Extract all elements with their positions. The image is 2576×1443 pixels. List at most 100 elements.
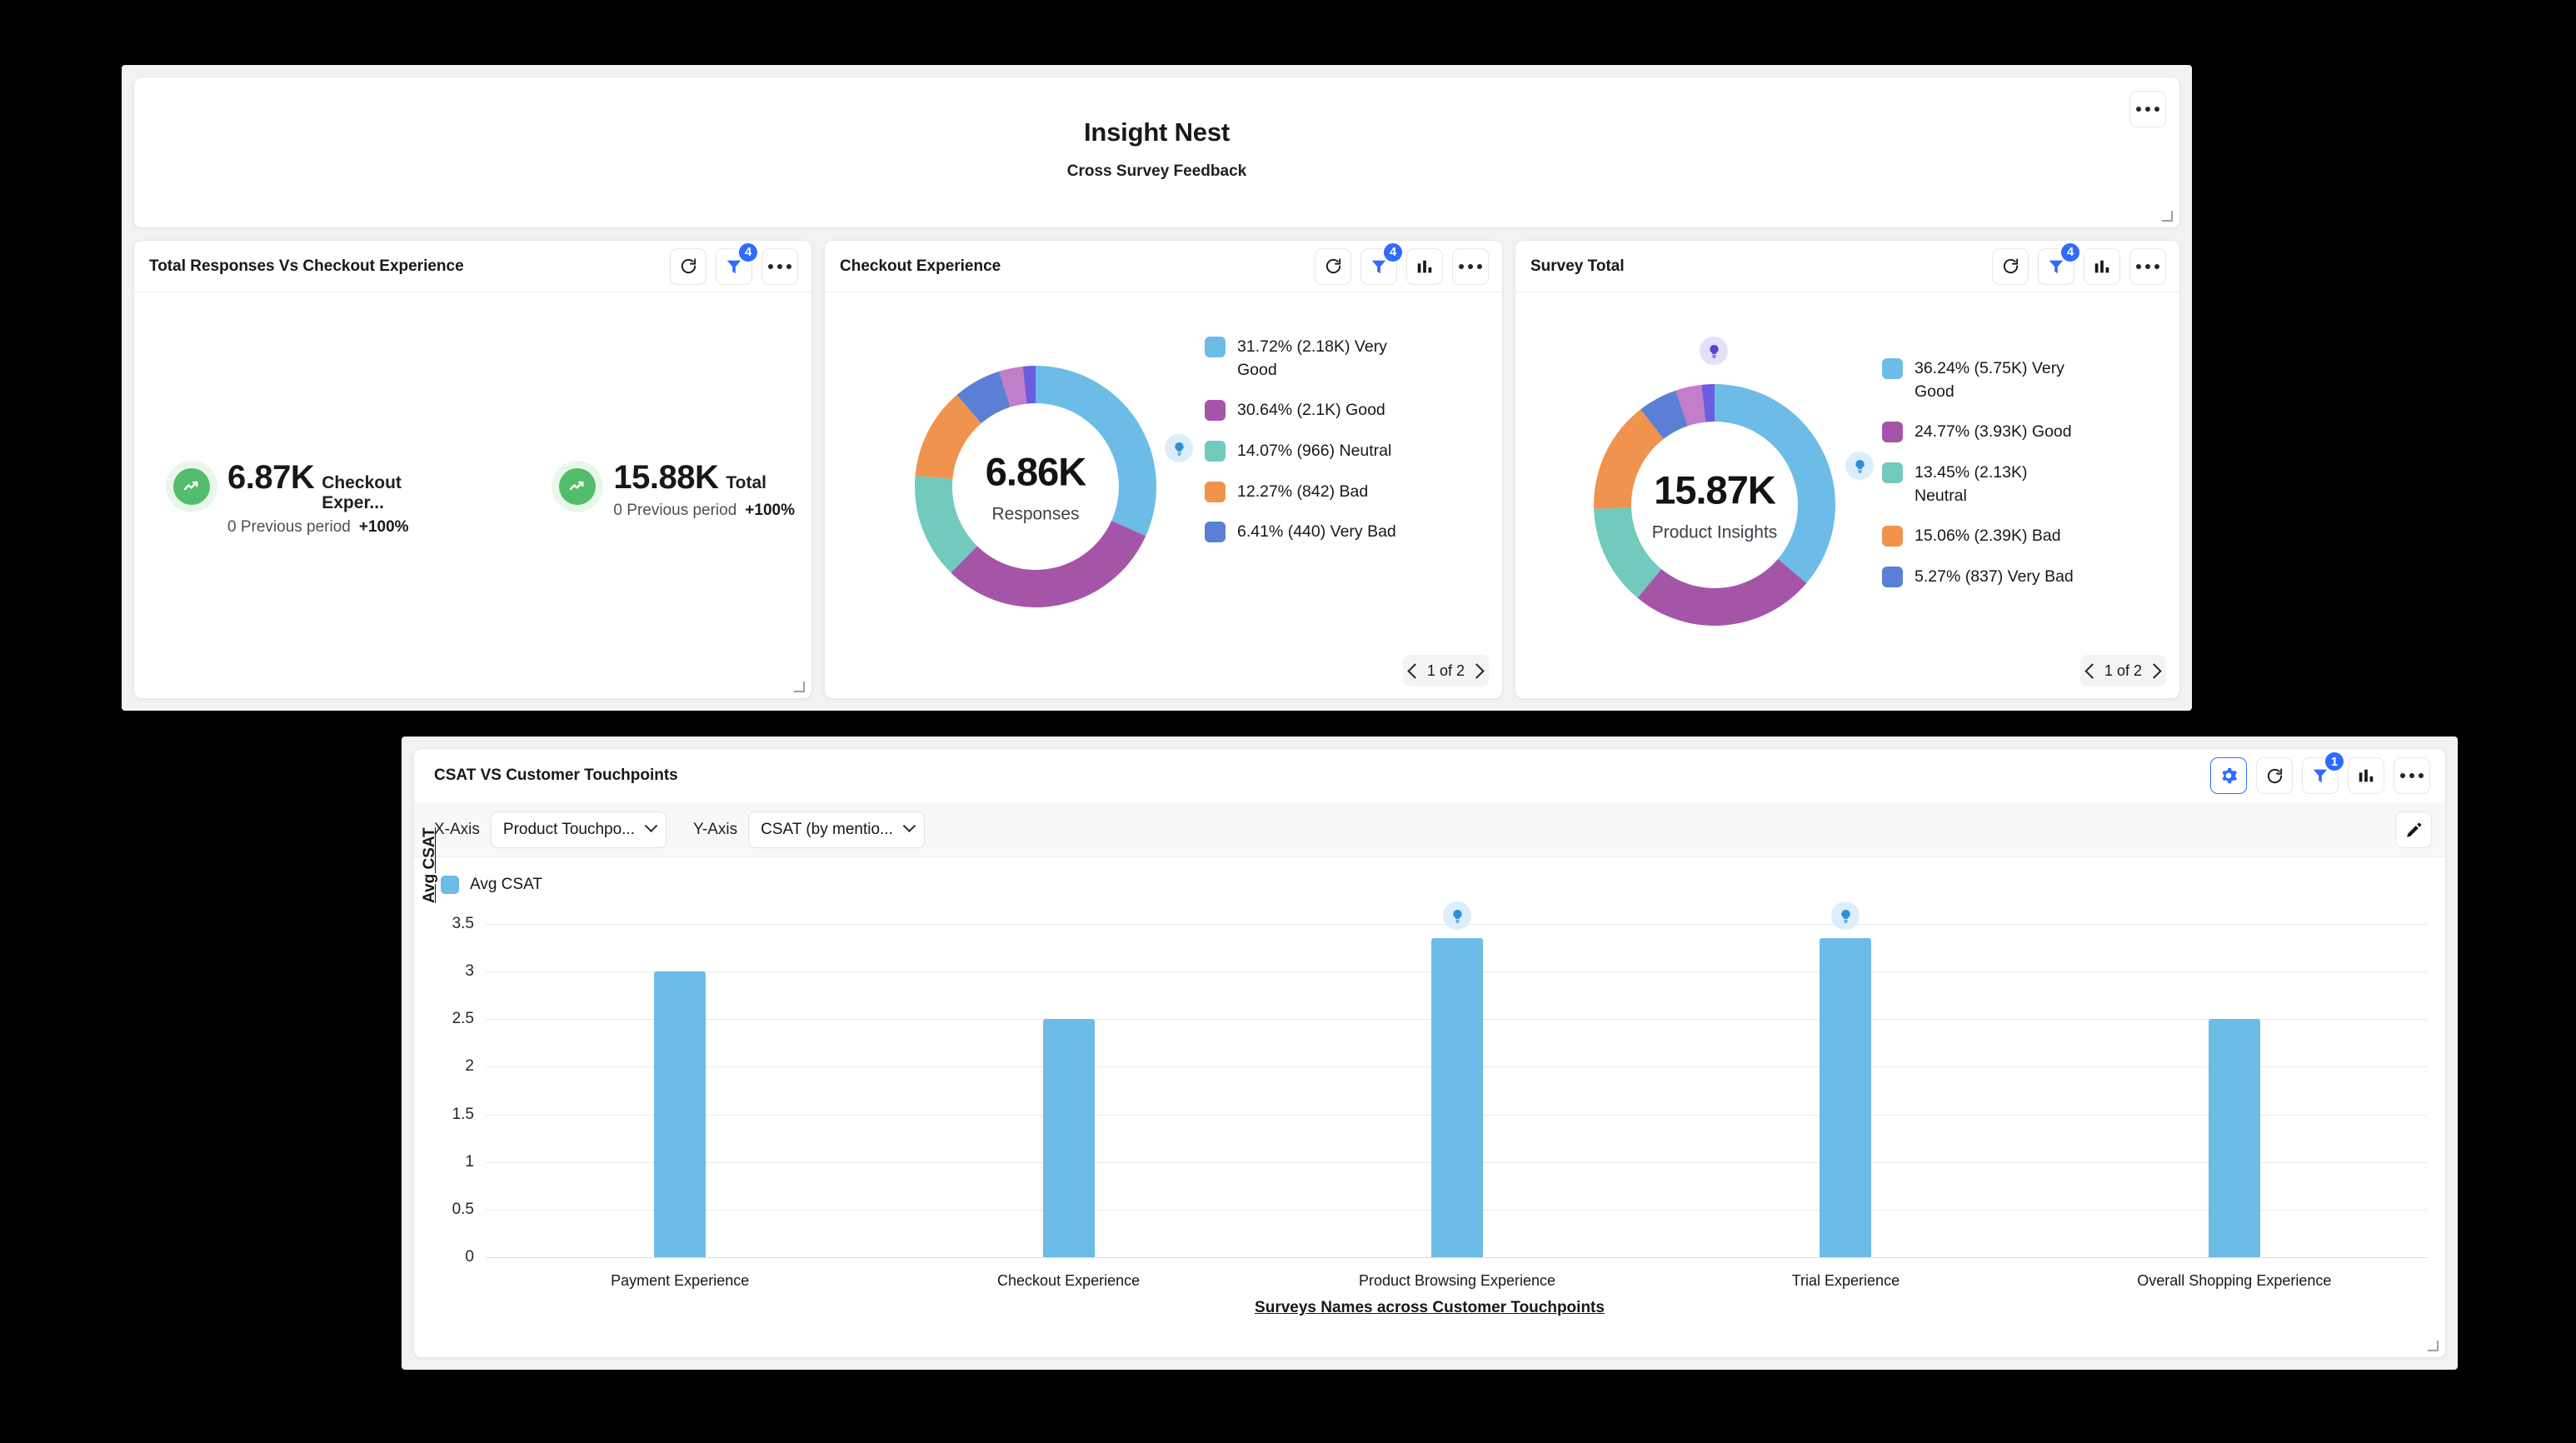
filter-button[interactable]: 4 <box>1360 241 1404 285</box>
refresh-button[interactable] <box>2256 757 2293 794</box>
chart-toolbar: 1 <box>2210 751 2430 794</box>
legend-item[interactable]: 12.27% (842) Bad <box>1205 481 1404 504</box>
x-axis-tick: Trial Experience <box>1791 1272 1900 1289</box>
bar-chart-icon <box>2094 260 2109 272</box>
bar[interactable] <box>1042 1019 1095 1257</box>
filter-count-badge: 1 <box>2324 751 2345 772</box>
widget-more-options-button[interactable] <box>761 247 798 285</box>
bar-chart-plot[interactable]: 0 0.5 1 1.5 2 2.5 3 3.5 Payment Experience Checko… <box>414 901 2445 1289</box>
widget-toolbar: 4 <box>670 241 798 285</box>
legend-item[interactable]: 31.72% (2.18K) Very Good <box>1205 336 1404 382</box>
insight-bulb-button[interactable] <box>1443 901 1471 931</box>
widget-pagination[interactable]: 1 of 2 <box>2079 655 2166 687</box>
donut-segment[interactable] <box>951 520 1146 607</box>
kpi-value: 15.88K <box>613 459 719 496</box>
filter-button[interactable]: 4 <box>716 241 759 285</box>
widget-body: 15.87K Product Insights 36.24% (5.75K) V… <box>1515 292 2179 698</box>
axis-controls: X-Axis Product Touchpo... Y-Axis CSAT (b… <box>414 802 2445 857</box>
insight-bulb-button[interactable] <box>1845 452 1874 480</box>
legend-swatch <box>1882 462 1903 484</box>
chart-type-button[interactable] <box>1406 247 1443 285</box>
chart-type-button[interactable] <box>2348 757 2384 794</box>
filter-count-badge: 4 <box>1382 241 1404 263</box>
chart-card-resize-handle[interactable] <box>2428 1341 2439 1351</box>
gear-icon <box>2222 767 2238 784</box>
bar[interactable] <box>1820 938 1872 1257</box>
x-axis-select[interactable]: Product Touchpo... <box>490 811 666 848</box>
kpi-tile: 15.88K Total 0 Previous period +100% <box>552 459 795 537</box>
bar[interactable] <box>1431 938 1483 1257</box>
legend-swatch <box>1205 400 1226 422</box>
widget-resize-handle[interactable] <box>794 682 805 692</box>
trend-up-badge <box>552 461 604 512</box>
legend-item[interactable]: 14.07% (966) Neutral <box>1205 440 1404 463</box>
chevron-down-icon <box>902 819 916 833</box>
donut-chart-checkout[interactable]: 6.86K Responses <box>901 352 1170 621</box>
insight-bulb-button[interactable] <box>1831 901 1860 931</box>
legend-item[interactable]: 30.64% (2.1K) Good <box>1205 399 1404 422</box>
donut-chart-survey-total[interactable]: 15.87K Product Insights <box>1580 371 1849 639</box>
legend-swatch <box>1882 567 1903 588</box>
chart-type-button[interactable] <box>2084 247 2120 285</box>
refresh-button[interactable] <box>1992 247 2029 285</box>
x-axis-tick: Overall Shopping Experience <box>2137 1272 2332 1289</box>
y-axis-tick: 3 <box>465 962 474 981</box>
refresh-button[interactable] <box>1315 247 1351 285</box>
edit-button[interactable] <box>2395 811 2432 848</box>
kpi-delta: +100% <box>358 518 409 536</box>
kpi-label: Total <box>726 473 767 492</box>
filter-button[interactable]: 1 <box>2302 751 2345 794</box>
widget-toolbar: 4 <box>1992 241 2166 285</box>
legend-item[interactable]: 36.24% (5.75K) Very Good <box>1882 357 2078 403</box>
chevron-left-icon[interactable] <box>2084 662 2100 679</box>
chevron-down-icon <box>644 819 658 833</box>
settings-button[interactable] <box>2210 757 2247 794</box>
bar[interactable] <box>2208 1019 2260 1257</box>
y-axis-label: Y-Axis <box>693 820 738 838</box>
y-axis-select[interactable]: CSAT (by mentio... <box>748 811 925 848</box>
chart-more-options-button[interactable] <box>2394 757 2430 794</box>
legend-swatch <box>1205 441 1226 462</box>
donut-legend: 36.24% (5.75K) Very Good 24.77% (3.93K) … <box>1882 357 2078 607</box>
widget-pagination[interactable]: 1 of 2 <box>1402 655 1489 687</box>
refresh-icon <box>2003 258 2018 274</box>
x-axis-label: X-Axis <box>434 820 480 838</box>
widget-more-options-button[interactable] <box>2129 247 2166 285</box>
legend-item[interactable]: 13.45% (2.13K) Neutral <box>1882 462 2078 507</box>
x-axis-tick: Product Browsing Experience <box>1358 1272 1556 1289</box>
insight-bulb-button[interactable] <box>1165 434 1193 462</box>
chevron-right-icon[interactable] <box>2146 662 2162 679</box>
donut-segment[interactable] <box>1715 384 1835 584</box>
insight-bulb-button[interactable] <box>1700 337 1728 365</box>
kpi-previous: 0 Previous period <box>227 518 351 536</box>
legend-label: 30.64% (2.1K) Good <box>1237 401 1385 420</box>
chart-series-legend[interactable]: Avg CSAT <box>414 857 2445 894</box>
legend-item[interactable]: 6.41% (440) Very Bad <box>1205 521 1404 544</box>
donut-segment[interactable] <box>1036 366 1156 537</box>
chevron-left-icon[interactable] <box>1407 662 1423 679</box>
y-axis-tick: 0.5 <box>452 1200 474 1218</box>
y-axis-tick: 1.5 <box>452 1105 474 1123</box>
lightbulb-icon <box>1174 442 1184 456</box>
kpi-tile: 6.87K Checkout Exper... 0 Previous perio… <box>166 459 460 537</box>
dashboard-more-options-button[interactable] <box>2129 91 2166 127</box>
widget-title: Survey Total <box>1530 257 1625 275</box>
header-card-resize-handle[interactable] <box>2162 211 2173 222</box>
widget-more-options-button[interactable] <box>1452 247 1489 285</box>
legend-label: 5.27% (837) Very Bad <box>1915 567 2074 587</box>
chevron-right-icon[interactable] <box>1469 662 1485 679</box>
filter-button[interactable]: 4 <box>2038 241 2081 285</box>
bar[interactable] <box>654 971 706 1257</box>
legend-swatch <box>1205 481 1226 502</box>
more-options-icon <box>2136 263 2159 269</box>
x-axis-title: Surveys Names across Customer Touchpoint… <box>1255 1299 1605 1316</box>
refresh-button[interactable] <box>670 247 706 285</box>
donut-segment[interactable] <box>1637 558 1807 626</box>
widget-total-responses-vs-checkout: Total Responses Vs Checkout Experience 4 <box>133 240 812 699</box>
legend-item[interactable]: 5.27% (837) Very Bad <box>1882 566 2078 589</box>
chart-title: CSAT VS Customer Touchpoints <box>434 766 678 784</box>
legend-item[interactable]: 24.77% (3.93K) Good <box>1882 421 2078 444</box>
legend-item[interactable]: 15.06% (2.39K) Bad <box>1882 525 2078 548</box>
dashboard-window: Insight Nest Cross Survey Feedback Total… <box>122 65 2192 711</box>
widget-header: Checkout Experience 4 <box>825 241 1502 292</box>
